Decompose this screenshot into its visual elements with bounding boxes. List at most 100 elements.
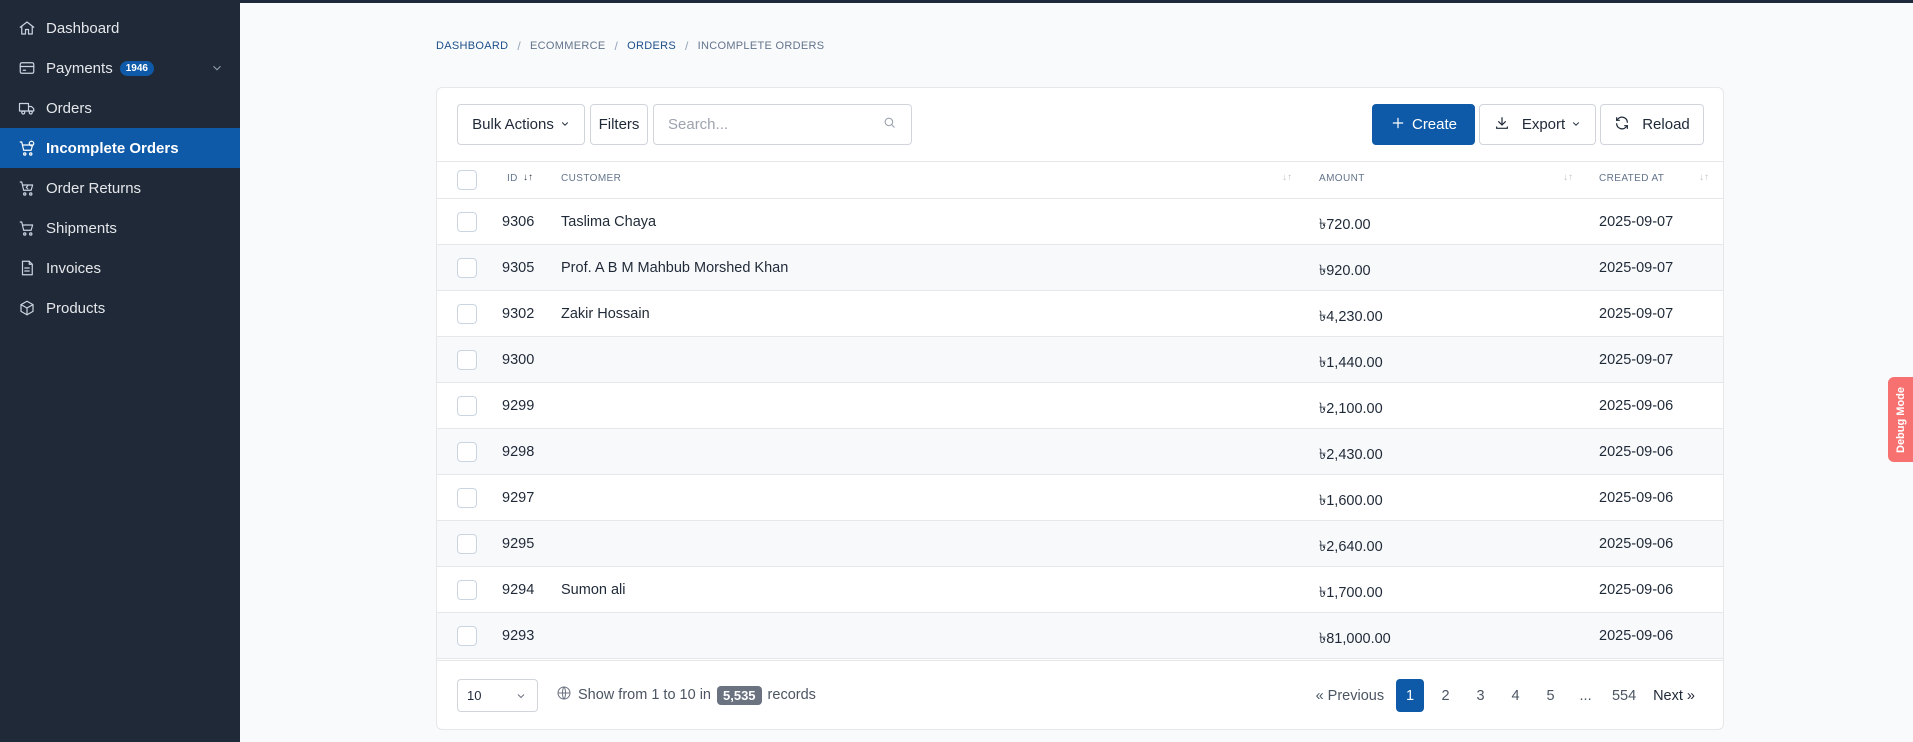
- cell-id: 9297: [502, 490, 535, 506]
- row-checkbox[interactable]: [457, 258, 477, 278]
- column-header-created-at[interactable]: Created At: [1599, 173, 1664, 184]
- reload-button[interactable]: Reload: [1600, 104, 1704, 145]
- debug-mode-tab[interactable]: Debug Mode: [1888, 377, 1913, 462]
- cell-created-at: 2025-09-07: [1599, 260, 1674, 276]
- table-row[interactable]: 9298 ৳2,430.00 2025-09-06: [437, 429, 1723, 475]
- cart-icon: [18, 219, 36, 237]
- sort-desc-icon[interactable]: ↓↑: [523, 172, 533, 183]
- invoice-icon: [18, 259, 36, 277]
- row-checkbox[interactable]: [457, 580, 477, 600]
- row-checkbox[interactable]: [457, 304, 477, 324]
- cell-id: 9294: [502, 582, 535, 598]
- sidebar-item-label: Order Returns: [46, 179, 142, 197]
- pagination-page-1[interactable]: 1: [1396, 679, 1425, 712]
- bulk-actions-button[interactable]: Bulk Actions: [457, 104, 585, 145]
- cell-id: 9293: [502, 628, 535, 644]
- refresh-icon: [1614, 115, 1630, 135]
- pagination-page-last[interactable]: 554: [1603, 679, 1645, 712]
- cell-created-at: 2025-09-07: [1599, 352, 1674, 368]
- table-row[interactable]: 9294 Sumon ali ৳1,700.00 2025-09-06: [437, 567, 1723, 613]
- table-row[interactable]: 9305 Prof. A B M Mahbub Morshed Khan ৳92…: [437, 245, 1723, 291]
- search-icon: [882, 115, 897, 135]
- records-info: Show from 1 to 10 in 5,535 records: [556, 685, 816, 705]
- cell-amount: ৳1,700.00: [1319, 585, 1383, 601]
- column-header-id[interactable]: ID: [507, 173, 518, 184]
- credit-card-icon: [18, 59, 36, 77]
- pagination-previous[interactable]: « Previous: [1308, 679, 1393, 712]
- cell-amount: ৳920.00: [1319, 263, 1371, 279]
- sort-icon[interactable]: ↓↑: [1699, 172, 1709, 183]
- export-button[interactable]: Export: [1479, 104, 1596, 145]
- cart-alert-icon: [18, 139, 36, 157]
- row-checkbox[interactable]: [457, 626, 477, 646]
- package-icon: [18, 299, 36, 317]
- table-row[interactable]: 9302 Zakir Hossain ৳4,230.00 2025-09-07: [437, 291, 1723, 337]
- row-checkbox[interactable]: [457, 488, 477, 508]
- cart-return-icon: [18, 179, 36, 197]
- sidebar-item-dashboard[interactable]: Dashboard: [0, 8, 240, 48]
- cell-created-at: 2025-09-06: [1599, 582, 1674, 598]
- table-row[interactable]: 9306 Taslima Chaya ৳720.00 2025-09-07: [437, 199, 1723, 245]
- sidebar-item-label: Incomplete Orders: [46, 139, 179, 157]
- row-checkbox[interactable]: [457, 534, 477, 554]
- row-checkbox[interactable]: [457, 396, 477, 416]
- sidebar-item-shipments[interactable]: Shipments: [0, 208, 240, 248]
- orders-table-card: Bulk Actions Filters Create Export Reloa…: [436, 87, 1724, 730]
- column-header-customer[interactable]: Customer: [561, 173, 621, 184]
- cell-amount: ৳4,230.00: [1319, 309, 1383, 325]
- cell-id: 9295: [502, 536, 535, 552]
- column-header-amount[interactable]: Amount: [1319, 173, 1365, 184]
- breadcrumb-separator: /: [684, 39, 689, 53]
- per-page-select[interactable]: 10: [457, 679, 538, 712]
- pagination: « Previous 1 2 3 4 5 ... 554 Next »: [1308, 679, 1703, 712]
- cell-amount: ৳81,000.00: [1319, 631, 1391, 647]
- pagination-next[interactable]: Next »: [1645, 679, 1703, 712]
- table-row[interactable]: 9295 ৳2,640.00 2025-09-06: [437, 521, 1723, 567]
- sort-icon[interactable]: ↓↑: [1563, 172, 1573, 183]
- cell-id: 9306: [502, 214, 535, 230]
- plus-icon: [1390, 115, 1406, 135]
- truck-icon: [18, 99, 36, 117]
- cell-created-at: 2025-09-06: [1599, 628, 1674, 644]
- top-border: [0, 0, 1913, 3]
- pagination-page-3[interactable]: 3: [1463, 679, 1498, 712]
- sort-icon[interactable]: ↓↑: [1282, 172, 1292, 183]
- sidebar-item-incomplete-orders[interactable]: Incomplete Orders: [0, 128, 240, 168]
- bulk-actions-label: Bulk Actions: [472, 116, 554, 133]
- cell-customer: Prof. A B M Mahbub Morshed Khan: [561, 260, 789, 276]
- pagination-page-4[interactable]: 4: [1498, 679, 1533, 712]
- row-checkbox[interactable]: [457, 212, 477, 232]
- row-checkbox[interactable]: [457, 442, 477, 462]
- reload-label: Reload: [1642, 116, 1690, 133]
- cell-created-at: 2025-09-06: [1599, 398, 1674, 414]
- cell-id: 9305: [502, 260, 535, 276]
- pagination-page-2[interactable]: 2: [1428, 679, 1463, 712]
- sidebar-item-payments[interactable]: Payments 1946: [0, 48, 240, 88]
- table-row[interactable]: 9293 ৳81,000.00 2025-09-06: [437, 613, 1723, 659]
- select-all-checkbox[interactable]: [457, 170, 477, 190]
- chevron-down-icon: [560, 116, 570, 133]
- sidebar-item-products[interactable]: Products: [0, 288, 240, 328]
- cell-id: 9300: [502, 352, 535, 368]
- table-row[interactable]: 9297 ৳1,600.00 2025-09-06: [437, 475, 1723, 521]
- sidebar-item-order-returns[interactable]: Order Returns: [0, 168, 240, 208]
- records-info-suffix: records: [767, 687, 816, 703]
- create-button[interactable]: Create: [1372, 104, 1475, 145]
- pagination-page-5[interactable]: 5: [1533, 679, 1568, 712]
- sidebar-item-orders[interactable]: Orders: [0, 88, 240, 128]
- breadcrumb-orders[interactable]: Orders: [627, 40, 676, 52]
- cell-amount: ৳1,600.00: [1319, 493, 1383, 509]
- filters-button[interactable]: Filters: [590, 104, 648, 145]
- records-total-badge: 5,535: [717, 685, 762, 705]
- search-input[interactable]: [668, 116, 882, 133]
- table-row[interactable]: 9300 ৳1,440.00 2025-09-07: [437, 337, 1723, 383]
- cell-id: 9298: [502, 444, 535, 460]
- sidebar-item-label: Shipments: [46, 219, 117, 237]
- table-row[interactable]: 9299 ৳2,100.00 2025-09-06: [437, 383, 1723, 429]
- breadcrumb-ecommerce: Ecommerce: [530, 40, 606, 52]
- row-checkbox[interactable]: [457, 350, 477, 370]
- filters-label: Filters: [598, 116, 640, 133]
- sidebar-item-invoices[interactable]: Invoices: [0, 248, 240, 288]
- breadcrumb-dashboard[interactable]: Dashboard: [436, 40, 508, 52]
- chevron-down-icon[interactable]: [210, 61, 224, 75]
